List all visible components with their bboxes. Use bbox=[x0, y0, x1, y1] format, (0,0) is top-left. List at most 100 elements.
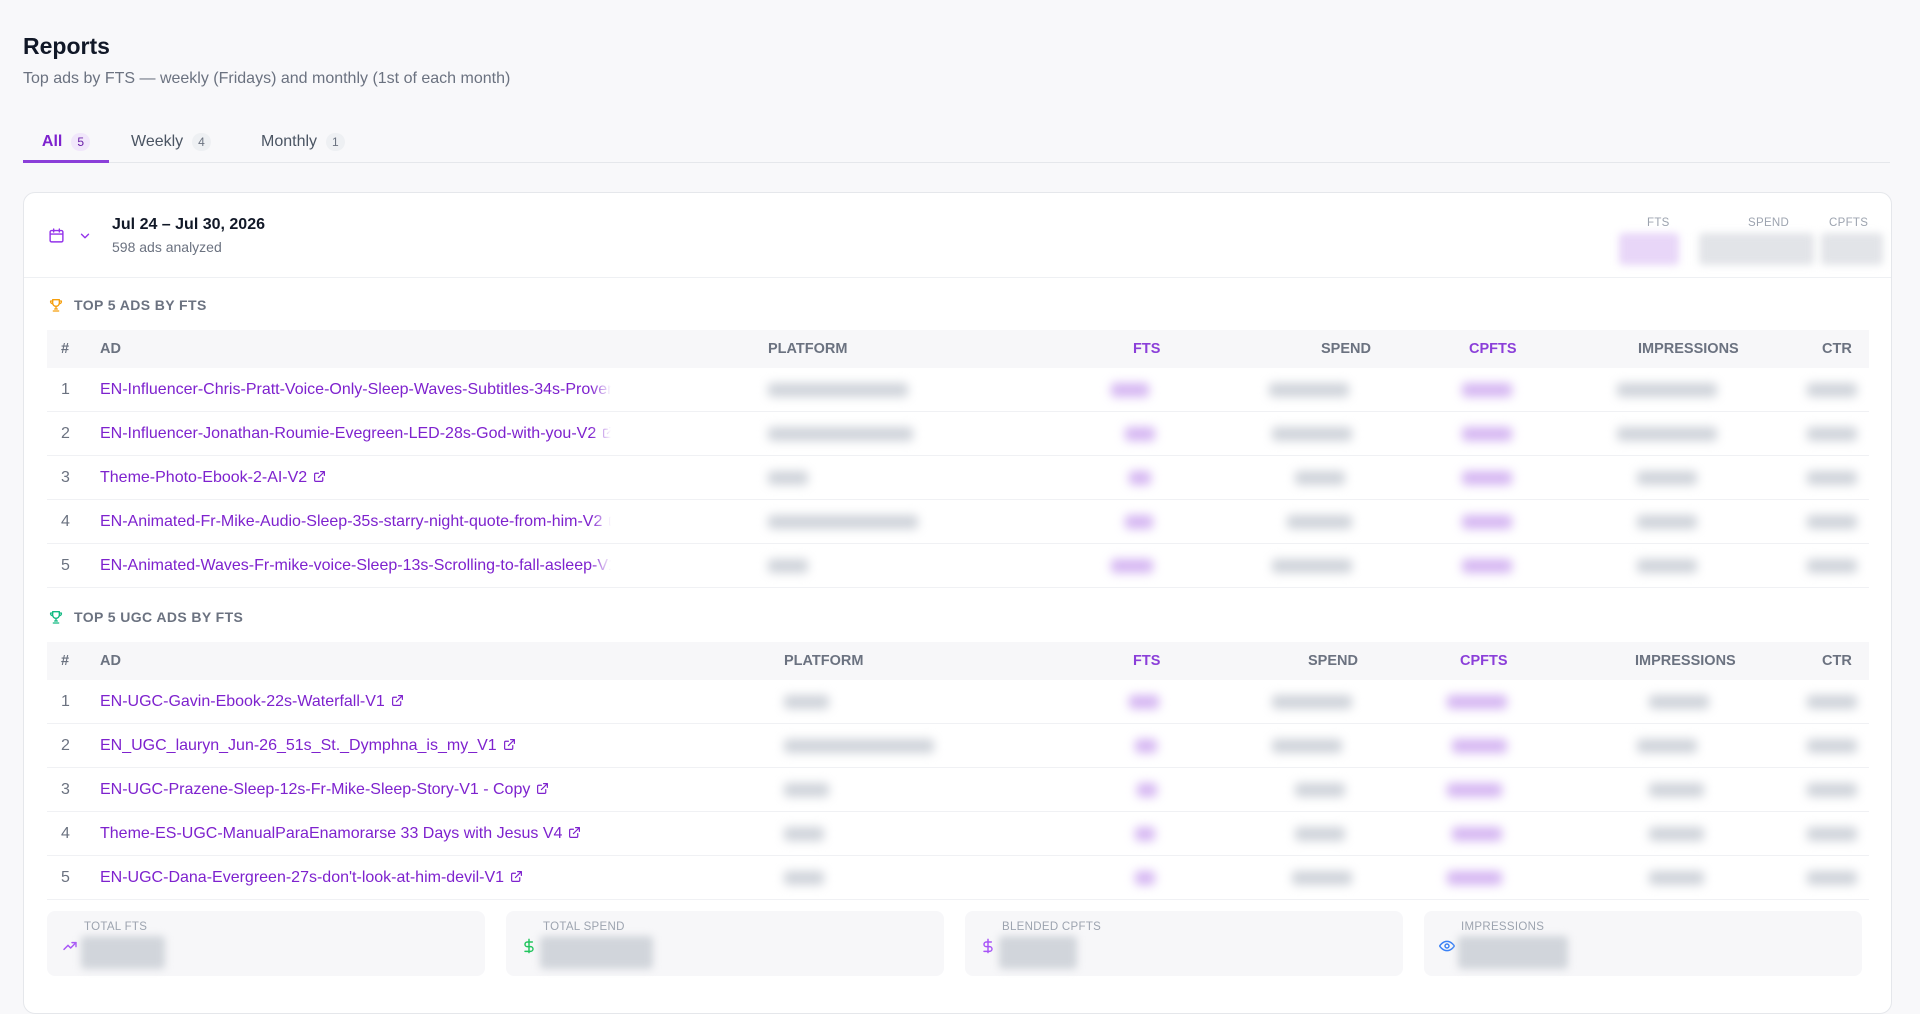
external-link-icon[interactable] bbox=[307, 469, 326, 486]
row-fade bbox=[591, 368, 611, 411]
eye-icon bbox=[1439, 940, 1455, 952]
external-link-icon[interactable] bbox=[497, 737, 516, 754]
col-fts[interactable]: FTS bbox=[1133, 341, 1160, 357]
ad-name-link[interactable]: Theme-Photo-Ebook-2-AI-V2 bbox=[100, 469, 326, 487]
row-rank: 5 bbox=[61, 556, 70, 574]
table-row: 3 EN-UGC-Prazene-Sleep-12s-Fr-Mike-Sleep-… bbox=[47, 768, 1869, 812]
tab-all[interactable]: All 5 bbox=[23, 122, 109, 163]
row-rank: 5 bbox=[61, 868, 70, 886]
chevron-down-icon[interactable] bbox=[78, 229, 92, 243]
spend-value bbox=[1269, 382, 1349, 397]
col-cpfts[interactable]: CPFTS bbox=[1469, 341, 1517, 357]
tab-weekly[interactable]: Weekly 4 bbox=[131, 122, 211, 162]
platform-value bbox=[784, 738, 934, 753]
ctr-value bbox=[1807, 426, 1857, 441]
summary-stats: TOTAL FTS TOTAL SPEND BLENDED CPFTS IMPR… bbox=[47, 911, 1869, 976]
col-impressions[interactable]: IMPRESSIONS bbox=[1635, 653, 1736, 669]
report-tabs: All 5 Weekly 4 Monthly 1 bbox=[23, 122, 1890, 163]
ctr-value bbox=[1807, 558, 1857, 573]
external-link-icon[interactable] bbox=[504, 869, 523, 886]
col-ctr[interactable]: CTR bbox=[1822, 341, 1852, 357]
dollar-icon bbox=[983, 938, 993, 954]
ad-name-link[interactable]: EN-UGC-Dana-Evergreen-27s-don't-look-at-… bbox=[100, 869, 523, 887]
cpfts-value bbox=[1447, 694, 1507, 709]
cpfts-value bbox=[1452, 826, 1502, 841]
row-rank: 2 bbox=[61, 424, 70, 442]
row-rank: 4 bbox=[61, 512, 70, 530]
report-card-header[interactable]: Jul 24 – Jul 30, 2026 598 ads analyzed F… bbox=[24, 193, 1891, 278]
impressions-value bbox=[1637, 514, 1697, 529]
platform-value bbox=[768, 514, 918, 529]
spend-value bbox=[1272, 694, 1352, 709]
top-ads-heading: TOP 5 ADS BY FTS bbox=[48, 297, 207, 313]
platform-value bbox=[784, 694, 829, 709]
cpfts-value bbox=[1462, 558, 1512, 573]
platform-value bbox=[768, 558, 808, 573]
ctr-value bbox=[1807, 738, 1857, 753]
fts-value bbox=[1129, 470, 1151, 485]
col-ctr[interactable]: CTR bbox=[1822, 653, 1852, 669]
tab-weekly-count: 4 bbox=[192, 133, 211, 151]
table-header: # AD PLATFORM FTS SPEND CPFTS IMPRESSION… bbox=[47, 330, 1869, 368]
cpfts-value bbox=[1462, 514, 1512, 529]
ad-name-link[interactable]: EN-UGC-Prazene-Sleep-12s-Fr-Mike-Sleep-S… bbox=[100, 781, 549, 799]
table-row: 5 EN-Animated-Waves-Fr-mike-voice-Sleep-1… bbox=[47, 544, 1869, 588]
summary-cpfts-value bbox=[1821, 233, 1883, 265]
stat-total-spend: TOTAL SPEND bbox=[506, 911, 944, 976]
platform-value bbox=[768, 470, 808, 485]
spend-value bbox=[1287, 514, 1352, 529]
platform-value bbox=[768, 426, 913, 441]
row-fade bbox=[604, 856, 624, 899]
row-rank: 3 bbox=[61, 780, 70, 798]
tab-monthly[interactable]: Monthly 1 bbox=[261, 122, 345, 162]
external-link-icon[interactable] bbox=[530, 781, 549, 798]
external-link-icon[interactable] bbox=[385, 693, 404, 710]
ad-name-link[interactable]: EN-UGC-Gavin-Ebook-22s-Waterfall-V1 bbox=[100, 693, 404, 711]
tab-monthly-count: 1 bbox=[326, 133, 345, 151]
col-cpfts[interactable]: CPFTS bbox=[1460, 653, 1508, 669]
ctr-value bbox=[1807, 782, 1857, 797]
impressions-value bbox=[1637, 558, 1697, 573]
ad-name-link[interactable]: EN_UGC_lauryn_Jun-26_51s_St._Dymphna_is_… bbox=[100, 737, 516, 755]
col-spend[interactable]: SPEND bbox=[1308, 653, 1358, 669]
row-rank: 1 bbox=[61, 692, 70, 710]
row-fade bbox=[604, 812, 624, 855]
stat-blended-cpfts-label: BLENDED CPFTS bbox=[1002, 921, 1102, 933]
summary-cpfts-label: CPFTS bbox=[1829, 217, 1869, 229]
ad-name-link[interactable]: Theme-ES-UGC-ManualParaEnamorarse 33 Day… bbox=[100, 825, 581, 843]
table-row: 2 EN_UGC_lauryn_Jun-26_51s_St._Dymphna_is… bbox=[47, 724, 1869, 768]
platform-value bbox=[768, 382, 908, 397]
external-link-icon[interactable] bbox=[562, 825, 581, 842]
row-fade bbox=[604, 768, 624, 811]
platform-value bbox=[784, 870, 824, 885]
tab-weekly-label: Weekly bbox=[131, 133, 184, 150]
ctr-value bbox=[1807, 694, 1857, 709]
col-ad: AD bbox=[100, 341, 121, 357]
ad-name-link[interactable]: EN-Animated-Waves-Fr-mike-voice-Sleep-13… bbox=[100, 557, 636, 575]
table-row: 4 Theme-ES-UGC-ManualParaEnamorarse 33 Da… bbox=[47, 812, 1869, 856]
table-row: 3 Theme-Photo-Ebook-2-AI-V2 bbox=[47, 456, 1869, 500]
stat-total-spend-value bbox=[540, 936, 653, 969]
ctr-value bbox=[1807, 382, 1857, 397]
table-row: 4 EN-Animated-Fr-Mike-Audio-Sleep-35s-sta… bbox=[47, 500, 1869, 544]
cpfts-value bbox=[1452, 738, 1507, 753]
spend-value bbox=[1295, 470, 1345, 485]
ad-name: EN-UGC-Dana-Evergreen-27s-don't-look-at-… bbox=[100, 868, 505, 886]
col-impressions[interactable]: IMPRESSIONS bbox=[1638, 341, 1739, 357]
top-ugc-ads-table: # AD PLATFORM FTS SPEND CPFTS IMPRESSION… bbox=[47, 642, 1869, 900]
ad-name-link[interactable]: EN-Influencer-Jonathan-Roumie-Evegreen-L… bbox=[100, 425, 615, 443]
row-fade bbox=[604, 724, 624, 767]
row-fade bbox=[591, 500, 611, 543]
col-rank: # bbox=[61, 653, 70, 669]
table-row: 1 EN-UGC-Gavin-Ebook-22s-Waterfall-V1 bbox=[47, 680, 1869, 724]
fts-value bbox=[1135, 738, 1157, 753]
table-header: # AD PLATFORM FTS SPEND CPFTS IMPRESSION… bbox=[47, 642, 1869, 680]
col-spend[interactable]: SPEND bbox=[1321, 341, 1371, 357]
impressions-value bbox=[1617, 426, 1717, 441]
ad-name: Theme-Photo-Ebook-2-AI-V2 bbox=[100, 468, 308, 486]
ad-name-link[interactable]: EN-Animated-Fr-Mike-Audio-Sleep-35s-star… bbox=[100, 513, 621, 531]
col-fts[interactable]: FTS bbox=[1133, 653, 1160, 669]
summary-spend-label: SPEND bbox=[1748, 217, 1790, 229]
top-ugc-ads-heading: TOP 5 UGC ADS BY FTS bbox=[48, 609, 243, 625]
summary-spend-value bbox=[1699, 233, 1814, 265]
